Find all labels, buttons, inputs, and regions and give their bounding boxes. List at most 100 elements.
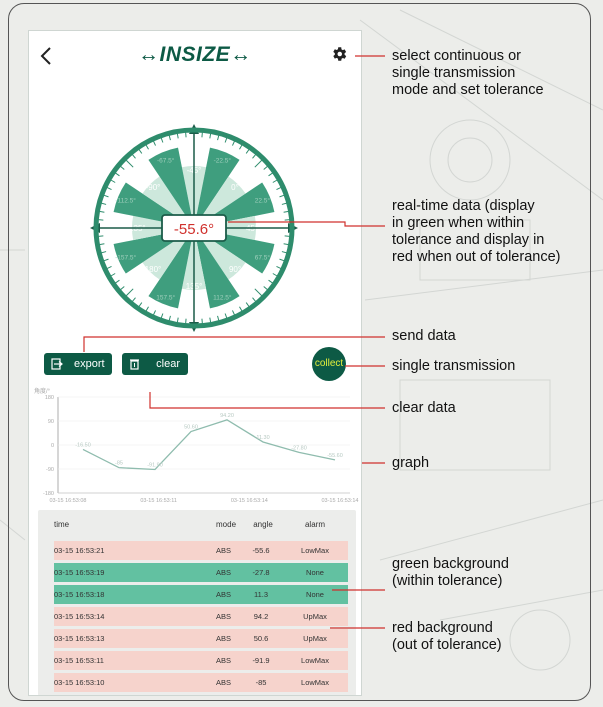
cell-angle: 50.6 bbox=[253, 634, 269, 643]
dial-tick bbox=[176, 317, 179, 323]
graph-point-label: 50.60 bbox=[184, 425, 198, 431]
graph-point-label: -27.80 bbox=[291, 445, 307, 451]
table-row[interactable]: 03-15 16:53:10 ABS -85 LowMax bbox=[54, 673, 348, 692]
settings-button[interactable] bbox=[330, 45, 348, 63]
dial-tick bbox=[268, 279, 273, 284]
dial-tick bbox=[245, 302, 250, 307]
dial-tick bbox=[115, 279, 120, 284]
export-label: export bbox=[74, 358, 105, 370]
dial-tick bbox=[217, 135, 220, 141]
dial-tick bbox=[99, 243, 105, 246]
dial-angle-label: -157.5° bbox=[115, 253, 136, 261]
dial-tick bbox=[209, 317, 212, 323]
clear-label: clear bbox=[156, 358, 180, 370]
chevron-left-icon bbox=[40, 47, 51, 65]
data-table: time mode angle alarm 03-15 16:53:21 ABS -… bbox=[38, 510, 356, 696]
header-mode: mode bbox=[216, 520, 237, 529]
cell-time: 03-15 16:53:10 bbox=[54, 678, 105, 687]
callout-single: single transmission bbox=[392, 358, 516, 374]
dial-tick bbox=[106, 186, 112, 190]
dial-angle-label: 112.5° bbox=[213, 293, 232, 301]
header-angle: angle bbox=[253, 520, 273, 529]
cell-mode: ABS bbox=[216, 634, 232, 643]
dial-tick bbox=[168, 135, 171, 141]
dial-angle-label: 90° bbox=[229, 265, 241, 274]
dial-tick bbox=[232, 140, 236, 146]
dial-tick bbox=[239, 306, 243, 312]
dial-angle-label: -90° bbox=[146, 183, 161, 192]
dial-tick bbox=[101, 251, 107, 254]
dial-angle-label: 0° bbox=[231, 183, 239, 192]
table-row[interactable]: 03-15 16:53:11 ABS -91.9 LowMax bbox=[54, 651, 348, 670]
dial-angle-label: -67.5° bbox=[157, 157, 175, 165]
table-row[interactable]: 03-15 16:53:13 ABS 50.6 UpMax bbox=[54, 629, 348, 648]
clear-button[interactable]: clear bbox=[122, 353, 188, 375]
cell-mode: ABS bbox=[216, 590, 232, 599]
cell-time: 03-15 16:53:13 bbox=[54, 634, 105, 643]
cell-alarm: None bbox=[306, 590, 324, 599]
table-header: time mode angle alarm bbox=[38, 510, 356, 538]
export-icon bbox=[51, 358, 63, 370]
callout-graph: graph bbox=[392, 455, 430, 471]
app-screen: ↔INSIZE↔ -45°0°45°90°135°180°-135°-90°-6… bbox=[28, 30, 362, 696]
graph-point-label: -16.50 bbox=[75, 442, 91, 448]
dial-tick bbox=[160, 137, 164, 143]
dial-tick bbox=[276, 186, 282, 190]
dial-tick bbox=[279, 194, 285, 198]
dial-tick bbox=[232, 310, 236, 316]
cell-alarm: LowMax bbox=[301, 678, 329, 687]
dial-tick bbox=[272, 179, 278, 183]
dial-tick bbox=[176, 133, 179, 139]
graph-x-tick: 03-15 16:53:14 bbox=[231, 498, 268, 504]
dial-tick bbox=[263, 165, 268, 170]
back-button[interactable] bbox=[40, 46, 52, 70]
graph-y-tick: 180 bbox=[45, 395, 54, 401]
dial-tick bbox=[131, 297, 136, 302]
header-alarm: alarm bbox=[304, 520, 325, 529]
collect-button[interactable]: collect bbox=[312, 347, 346, 381]
insize-logo: ↔INSIZE↔ bbox=[138, 43, 252, 66]
table-row[interactable]: 03-15 16:53:14 ABS 94.2 UpMax bbox=[54, 607, 348, 626]
graph-y-tick: -90 bbox=[46, 467, 54, 473]
dial-angle-label: 180° bbox=[145, 265, 162, 274]
export-button[interactable]: export bbox=[44, 353, 112, 375]
dial-tick bbox=[168, 315, 171, 321]
graph-y-tick: 0 bbox=[51, 443, 54, 449]
angle-graph: 角度/° 180 90 0 -90 -18003-15 16:53:08 03-15 16… bbox=[34, 387, 359, 504]
dial-tick bbox=[145, 144, 149, 150]
dial-tick bbox=[110, 179, 116, 183]
table-row[interactable]: 03-15 16:53:21 ABS -55.6 LowMax bbox=[54, 541, 348, 560]
cell-time: 03-15 16:53:14 bbox=[54, 612, 105, 621]
dial-tick bbox=[101, 202, 107, 205]
dial-tick bbox=[115, 172, 120, 177]
graph-x-tick: 03-15 16:53:08 bbox=[49, 498, 86, 504]
dial-tick bbox=[224, 313, 228, 319]
cell-mode: ABS bbox=[216, 612, 232, 621]
cell-time: 03-15 16:53:11 bbox=[54, 656, 104, 665]
dial-tick bbox=[245, 149, 250, 154]
cell-angle: -91.9 bbox=[252, 656, 270, 665]
dial-tick bbox=[217, 315, 220, 321]
callout-green: green background (within tolerance) bbox=[392, 556, 509, 589]
callout-clear: clear data bbox=[392, 400, 456, 416]
cell-angle: -27.8 bbox=[252, 568, 270, 577]
table-row[interactable]: 03-15 16:53:19 ABS -27.8 None bbox=[54, 563, 348, 582]
callout-realtime: real-time data (display in green when wi… bbox=[392, 198, 561, 265]
dial-tick bbox=[160, 313, 164, 319]
graph-y-axis-title: 角度/° bbox=[34, 387, 51, 395]
cell-angle: -55.6 bbox=[252, 546, 270, 555]
header-time: time bbox=[54, 520, 70, 529]
dial-angle-label: 22.5° bbox=[255, 197, 271, 205]
cell-time: 03-15 16:53:18 bbox=[54, 590, 105, 599]
callout-settings: select continuous or single transmission… bbox=[392, 48, 544, 98]
cell-time: 03-15 16:53:21 bbox=[54, 546, 105, 555]
graph-x-tick: 03-15 16:53:11 bbox=[140, 498, 177, 504]
dial-tick bbox=[252, 297, 257, 302]
cell-alarm: LowMax bbox=[301, 656, 329, 665]
table-row[interactable]: 03-15 16:53:18 ABS 11.3 None bbox=[54, 585, 348, 604]
dial-angle-label: 157.5° bbox=[156, 293, 175, 301]
dial-tick bbox=[103, 194, 109, 198]
angle-dial: -45°0°45°90°135°180°-135°-90°-67.5°-22.5… bbox=[90, 124, 298, 332]
dial-tick bbox=[110, 273, 116, 277]
dial-tick bbox=[252, 154, 257, 159]
